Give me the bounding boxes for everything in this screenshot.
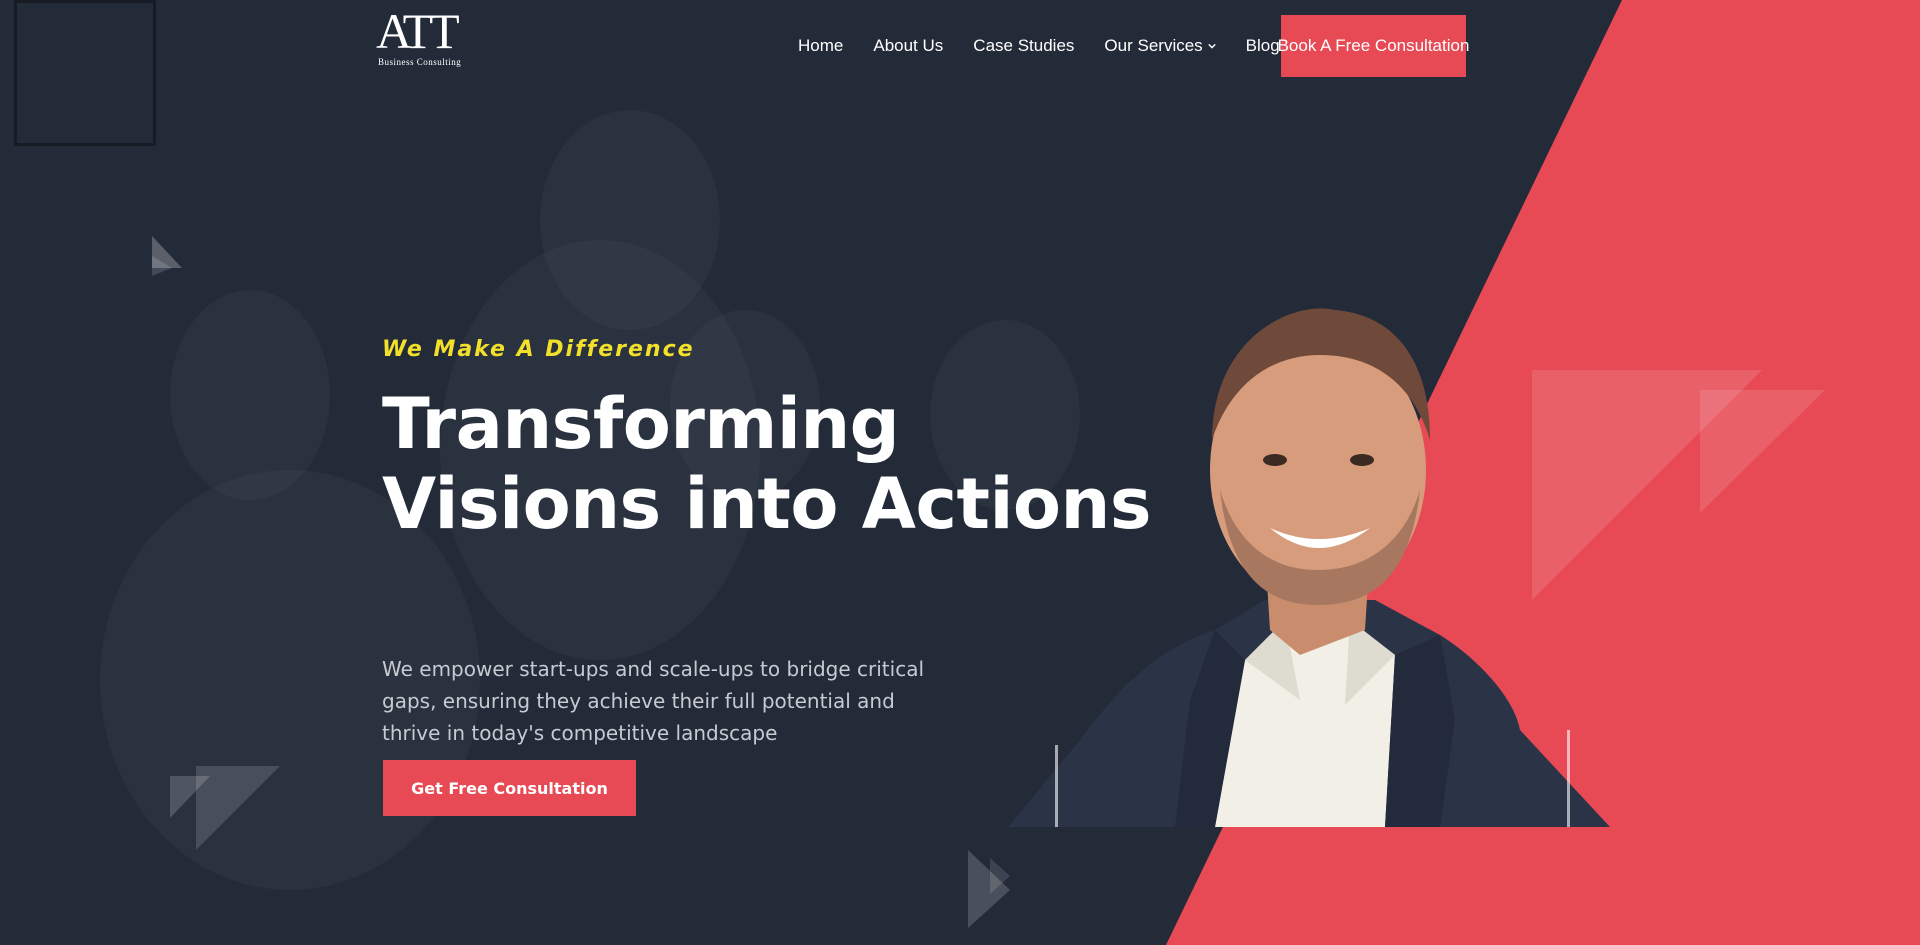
nav-blog-link[interactable]: Blog [1246, 36, 1280, 56]
nav-about-link[interactable]: About Us [873, 36, 943, 56]
top-navigation: ATT Business Consulting Home About Us Ca… [0, 0, 1920, 90]
nav-home-link[interactable]: Home [798, 36, 843, 56]
site-logo[interactable]: ATT Business Consulting [376, 5, 480, 87]
logo-mark: ATT [376, 3, 460, 59]
hero-headline: Transforming Visions into Actions [382, 383, 1152, 545]
nav-blog-label: Blog [1245, 36, 1280, 55]
chevron-down-icon [1207, 43, 1216, 49]
hero-tagline: We Make A Difference [382, 337, 695, 362]
logo-subtitle: Business Consulting [378, 57, 462, 67]
nav-home-label: Home [798, 36, 844, 55]
hero-headline-line-1: Transforming [382, 383, 900, 465]
book-consultation-button[interactable]: Book A Free Consultation [1278, 15, 1469, 77]
get-free-consultation-button[interactable]: Get Free Consultation [383, 760, 636, 816]
consultant-portrait [1008, 308, 1610, 827]
hero-section: ATT Business Consulting Home About Us Ca… [0, 0, 1920, 945]
nav-services-label: Our Services [1104, 36, 1203, 55]
nav-case-studies-label: Case Studies [973, 36, 1075, 55]
hero-description: We empower start-ups and scale-ups to br… [382, 657, 925, 745]
nav-services-dropdown[interactable]: Our Services [1104, 36, 1216, 56]
nav-menu: Home About Us Case Studies Our Services … [798, 33, 1310, 59]
nav-case-studies-link[interactable]: Case Studies [973, 36, 1074, 56]
nav-about-label: About Us [873, 36, 944, 55]
hero-headline-line-2: Visions into Actions [382, 463, 1152, 545]
